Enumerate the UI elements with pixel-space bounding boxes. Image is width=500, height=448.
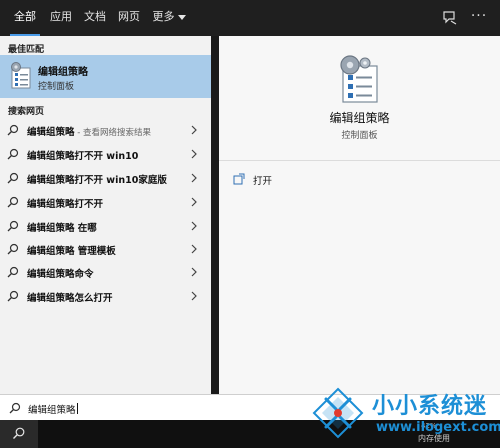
search-icon <box>7 196 19 208</box>
best-match-heading: 最佳匹配 <box>8 45 45 55</box>
search-icon <box>7 172 19 184</box>
best-match-name: 编辑组策略 <box>38 67 88 78</box>
divider <box>219 160 500 161</box>
search-icon <box>7 243 19 255</box>
taskbar-search-button[interactable] <box>0 420 38 448</box>
ellipsis-icon: ··· <box>470 8 488 24</box>
web-suggestion-item[interactable]: 编辑组策略命令 <box>0 260 211 284</box>
search-icon <box>9 402 21 414</box>
chevron-right-icon <box>191 221 197 231</box>
best-match-item[interactable]: 编辑组策略 控制面板 <box>0 55 211 98</box>
group-policy-large-icon <box>340 55 378 103</box>
open-button[interactable]: 打开 <box>231 170 351 190</box>
chevron-right-icon <box>191 173 197 183</box>
search-scope-tabs: 全部 应用 文档 网页 更多 ··· <box>0 0 500 36</box>
watermark-url: www.ilogext.com <box>376 420 500 435</box>
chevron-right-icon <box>191 267 197 277</box>
search-icon <box>7 266 19 278</box>
web-search-heading: 搜索网页 <box>8 107 45 117</box>
result-detail-pane: 编辑组策略 控制面板 打开 <box>219 36 500 394</box>
chevron-right-icon <box>191 149 197 159</box>
feedback-icon <box>443 11 457 25</box>
search-icon <box>13 427 25 439</box>
open-label: 打开 <box>253 176 273 187</box>
web-suggestion-item[interactable]: 编辑组策略打不开 <box>0 190 211 214</box>
watermark: 小小系统迷 www.ilogext.com <box>310 383 500 443</box>
open-window-icon <box>233 173 245 185</box>
search-icon <box>7 220 19 232</box>
web-suggestion-item[interactable]: 编辑组策略怎么打开 <box>0 284 211 308</box>
tab-more[interactable]: 更多 <box>152 0 186 36</box>
watermark-name: 小小系统迷 <box>372 394 488 419</box>
chevron-right-icon <box>191 125 197 135</box>
tab-documents[interactable]: 文档 <box>83 0 107 36</box>
suggestion-text: 编辑组策略打不开 <box>27 199 104 210</box>
results-list: 最佳匹配 编辑组策略 控制面板 搜索网页 编辑组策略 - 查看网络搜索结果 编辑… <box>0 36 211 394</box>
chevron-right-icon <box>191 244 197 254</box>
search-input[interactable]: 编辑组策略 <box>28 402 78 416</box>
web-suggestion-item[interactable]: 编辑组策略 管理模板 <box>0 237 211 261</box>
search-icon <box>7 148 19 160</box>
web-suggestion-item[interactable]: 编辑组策略 - 查看网络搜索结果 <box>0 118 211 142</box>
suggestion-text: 编辑组策略怎么打开 <box>27 293 113 304</box>
group-policy-icon <box>11 62 31 89</box>
search-icon <box>7 124 19 136</box>
tab-web[interactable]: 网页 <box>117 0 141 36</box>
tab-all[interactable]: 全部 <box>10 0 40 36</box>
search-panel: 全部 应用 文档 网页 更多 ··· 最佳匹配 编辑组策略 控制面板 搜索网页 … <box>0 0 500 448</box>
more-options-button[interactable]: ··· <box>470 9 488 27</box>
suggestion-text: 编辑组策略 在哪 <box>27 223 97 234</box>
detail-app-name: 编辑组策略 <box>329 111 390 125</box>
best-match-type: 控制面板 <box>38 82 75 92</box>
suggestion-text: 编辑组策略 管理模板 <box>27 246 116 257</box>
search-icon <box>7 290 19 302</box>
tab-more-label: 更多 <box>152 10 175 23</box>
suggestion-text: 编辑组策略命令 <box>27 269 94 280</box>
suggestion-text: 编辑组策略 - 查看网络搜索结果 <box>27 127 151 138</box>
web-suggestion-item[interactable]: 编辑组策略 在哪 <box>0 214 211 238</box>
chevron-right-icon <box>191 197 197 207</box>
suggestion-text: 编辑组策略打不开 win10家庭版 <box>27 175 167 186</box>
detail-app-type: 控制面板 <box>341 131 378 141</box>
caret-down-icon <box>177 14 186 20</box>
suggestion-text: 编辑组策略打不开 win10 <box>27 151 139 162</box>
tab-apps[interactable]: 应用 <box>49 0 73 36</box>
watermark-logo-icon <box>312 387 364 439</box>
feedback-button[interactable] <box>441 9 459 27</box>
web-suggestion-item[interactable]: 编辑组策略打不开 win10 <box>0 142 211 166</box>
web-suggestion-item[interactable]: 编辑组策略打不开 win10家庭版 <box>0 166 211 190</box>
chevron-right-icon <box>191 291 197 301</box>
